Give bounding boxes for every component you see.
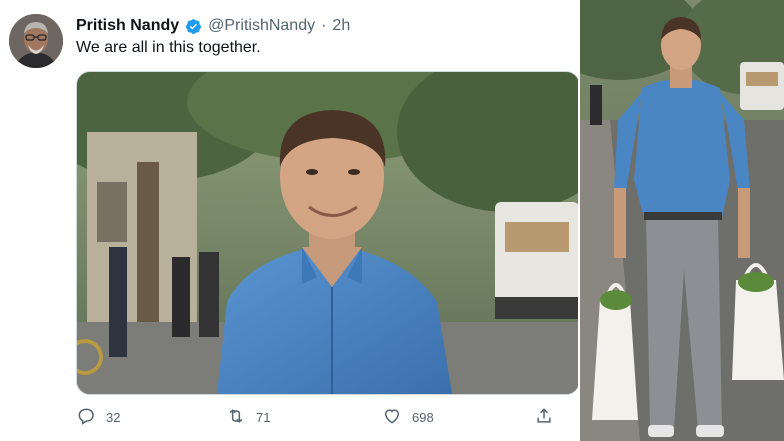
retweet-count: 71 — [256, 409, 271, 425]
separator-dot: · — [321, 17, 327, 34]
user-handle[interactable]: @PritishNandy — [208, 17, 315, 35]
tweet-text: We are all in this together. — [76, 39, 261, 56]
reply-icon — [76, 406, 96, 429]
tweet-actions: 32 71 698 — [76, 404, 556, 430]
display-name[interactable]: Pritish Nandy — [76, 17, 179, 35]
photo-man-with-bags — [580, 0, 784, 441]
avatar-portrait — [9, 14, 63, 68]
like-icon — [382, 406, 402, 429]
photo-man-smiling — [77, 72, 579, 394]
tweet-media-image[interactable] — [76, 71, 580, 395]
avatar[interactable] — [9, 14, 63, 68]
share-button[interactable] — [534, 404, 554, 430]
tweet-header: Pritish Nandy @PritishNandy · 2h — [76, 15, 350, 37]
reply-button[interactable]: 32 — [76, 404, 120, 430]
verified-badge-icon — [185, 18, 202, 35]
tweet-timestamp[interactable]: 2h — [332, 17, 350, 35]
like-button[interactable]: 698 — [382, 404, 434, 430]
like-count: 698 — [412, 409, 434, 425]
side-photo-full-body — [580, 0, 784, 441]
share-icon — [534, 406, 554, 429]
reply-count: 32 — [106, 409, 121, 425]
tweet-card: Pritish Nandy @PritishNandy · 2h We are … — [0, 0, 580, 441]
retweet-button[interactable]: 71 — [226, 404, 270, 430]
retweet-icon — [226, 406, 246, 429]
